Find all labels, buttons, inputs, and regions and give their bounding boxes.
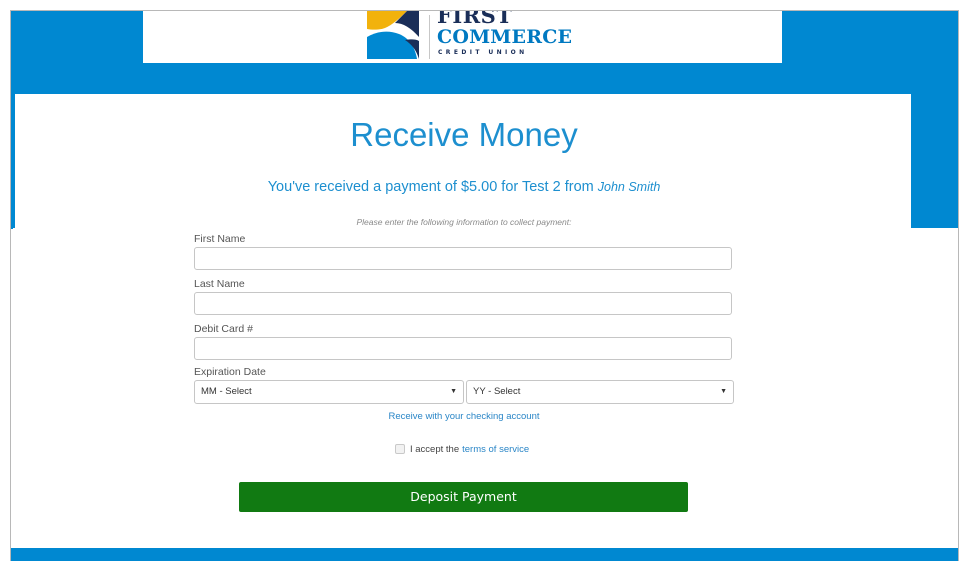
- brand-tagline: CREDIT UNION: [438, 49, 528, 56]
- last-name-input[interactable]: [194, 292, 732, 315]
- terms-prefix: I accept the: [410, 443, 460, 455]
- brand-name-commerce: COMMERCE: [437, 26, 573, 48]
- page-title: Receive Money: [350, 116, 578, 153]
- expiration-year-select[interactable]: YY - Select ▼: [466, 380, 734, 404]
- first-name-input[interactable]: [194, 247, 732, 270]
- logo-divider: [429, 15, 430, 59]
- expiration-month-select[interactable]: MM - Select ▼: [194, 380, 464, 404]
- first-commerce-logo-icon: [367, 11, 419, 59]
- expiration-year-value: YY - Select: [473, 386, 521, 397]
- checking-account-link[interactable]: Receive with your checking account: [11, 411, 917, 422]
- first-name-label: First Name: [194, 233, 246, 245]
- footer-band: [11, 548, 958, 561]
- terms-of-service-link[interactable]: terms of service: [462, 444, 529, 455]
- expiration-date-label: Expiration Date: [194, 366, 266, 378]
- last-name-label: Last Name: [194, 278, 245, 290]
- payment-message-text: You've received a payment of $5.00 for T…: [267, 179, 594, 195]
- terms-row: I accept the terms of service: [395, 443, 529, 455]
- header-bar: FIRST COMMERCE CREDIT UNION: [143, 11, 782, 63]
- sender-name: John Smith: [597, 180, 661, 194]
- instructions-text: Please enter the following information t…: [356, 217, 572, 227]
- browser-viewport: FIRST COMMERCE CREDIT UNION Receive Mone…: [10, 10, 959, 561]
- expiration-month-value: MM - Select: [201, 386, 252, 397]
- caret-down-icon: ▼: [450, 388, 457, 395]
- debit-card-label: Debit Card #: [194, 323, 253, 335]
- debit-card-input[interactable]: [194, 337, 732, 360]
- brand-logo[interactable]: FIRST COMMERCE CREDIT UNION: [367, 11, 577, 63]
- terms-checkbox[interactable]: [395, 444, 405, 454]
- brand-name-first: FIRST: [437, 10, 513, 28]
- payment-message: You've received a payment of $5.00 for T…: [11, 179, 917, 195]
- caret-down-icon: ▼: [720, 388, 727, 395]
- deposit-payment-button[interactable]: Deposit Payment: [239, 482, 688, 512]
